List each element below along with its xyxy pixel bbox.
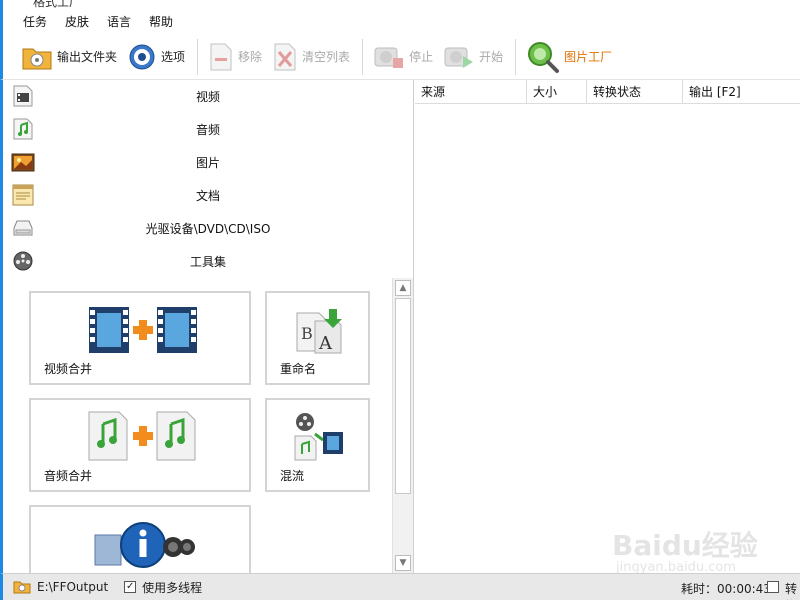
scroll-down-icon[interactable]: ▼ bbox=[395, 555, 411, 571]
options-label: 选项 bbox=[161, 50, 186, 64]
video-merge-icon bbox=[89, 307, 197, 353]
toolbar-divider bbox=[362, 38, 364, 75]
media-info-icon bbox=[94, 522, 195, 568]
clear-list-icon bbox=[274, 43, 296, 70]
output-folder-button[interactable]: 输出文件夹 bbox=[17, 37, 121, 77]
options-button[interactable]: 选项 bbox=[123, 37, 189, 77]
category-picture[interactable]: 图片 bbox=[3, 146, 413, 179]
menu-bar: 任务 皮肤 语言 帮助 bbox=[0, 8, 800, 34]
after-convert-label: 转换 bbox=[785, 582, 798, 600]
mux-icon bbox=[294, 413, 343, 461]
category-label: 工具集 bbox=[189, 255, 226, 269]
tool-card-video-merge[interactable]: 视频合并 bbox=[29, 291, 251, 385]
picture-factory-button[interactable]: 图片工厂 bbox=[522, 37, 616, 77]
picture-factory-label: 图片工厂 bbox=[564, 50, 613, 64]
category-label: 音频 bbox=[195, 123, 220, 137]
tool-label: 重命名 bbox=[280, 362, 317, 376]
tool-label: 音频合并 bbox=[44, 469, 93, 483]
multithread-label: 使用多线程 bbox=[142, 580, 203, 595]
video-icon bbox=[13, 85, 33, 107]
output-folder-label: 输出文件夹 bbox=[57, 50, 118, 64]
format-factory-window: 格式工厂 任务 皮肤 语言 帮助 输出文件夹 选项 移除 清空列表 停止 开始 … bbox=[0, 0, 800, 600]
column-size[interactable]: 大小 bbox=[527, 80, 587, 104]
category-label: 文档 bbox=[195, 189, 220, 203]
tool-card-media-info[interactable] bbox=[29, 505, 251, 575]
menu-skin[interactable]: 皮肤 bbox=[65, 13, 89, 30]
scroll-thumb[interactable] bbox=[395, 298, 411, 494]
clear-list-button[interactable]: 清空列表 bbox=[268, 37, 354, 77]
output-folder-icon[interactable] bbox=[13, 580, 31, 594]
task-list-panel: 来源 大小 转换状态 输出 [F2] bbox=[415, 80, 800, 573]
remove-icon bbox=[210, 43, 232, 70]
column-source[interactable]: 来源 bbox=[415, 80, 527, 104]
category-label: 图片 bbox=[195, 156, 220, 170]
stop-icon bbox=[374, 47, 404, 68]
title-bar: 格式工厂 bbox=[0, 0, 800, 8]
document-icon bbox=[12, 184, 34, 206]
column-status[interactable]: 转换状态 bbox=[587, 80, 683, 104]
category-label: 视频 bbox=[195, 90, 220, 104]
menu-language[interactable]: 语言 bbox=[107, 13, 131, 30]
scroll-up-icon[interactable]: ▲ bbox=[395, 280, 411, 296]
tool-label: 混流 bbox=[280, 469, 305, 483]
svg-text:B: B bbox=[301, 324, 313, 343]
elapsed-time: 耗时：00:00:43 bbox=[681, 582, 771, 596]
start-icon bbox=[444, 47, 474, 68]
menu-task[interactable]: 任务 bbox=[23, 13, 47, 30]
tool-card-rename[interactable]: B A 重命名 bbox=[265, 291, 370, 385]
toolset-icon bbox=[13, 251, 33, 271]
gear-icon bbox=[129, 44, 155, 69]
toolset-grid: 视频合并 B A 重命名 音频合并 混流 ▲ ▼ bbox=[3, 278, 413, 575]
task-list-header: 来源 大小 转换状态 输出 [F2] bbox=[415, 80, 800, 104]
multithread-checkbox[interactable]: ✓ bbox=[124, 581, 137, 593]
output-path[interactable]: E:\FFOutput bbox=[37, 580, 108, 594]
window-title: 格式工厂 bbox=[33, 0, 82, 8]
toolbar-divider bbox=[515, 38, 517, 75]
category-label: 光驱设备\DVD\CD\ISO bbox=[145, 222, 271, 236]
magnifier-globe-icon bbox=[528, 41, 560, 73]
remove-label: 移除 bbox=[238, 50, 263, 64]
category-disc-drive[interactable]: 光驱设备\DVD\CD\ISO bbox=[3, 212, 413, 245]
tool-card-audio-merge[interactable]: 音频合并 bbox=[29, 398, 251, 492]
picture-icon bbox=[11, 153, 35, 172]
audio-icon bbox=[13, 118, 33, 140]
category-video[interactable]: 视频 bbox=[3, 80, 413, 113]
start-label: 开始 bbox=[479, 50, 504, 64]
disc-drive-icon bbox=[13, 220, 33, 236]
stop-label: 停止 bbox=[409, 50, 434, 64]
toolbar: 输出文件夹 选项 移除 清空列表 停止 开始 图片工厂 bbox=[0, 34, 800, 80]
category-toolset[interactable]: 工具集 bbox=[3, 245, 413, 278]
status-bar: E:\FFOutput ✓ 使用多线程 耗时：00:00:43 转换 bbox=[0, 573, 800, 600]
tool-card-mux[interactable]: 混流 bbox=[265, 398, 370, 492]
conversion-categories-panel: 视频 音频 图片 文档 光驱设备\DVD\CD\ISO 工具集 视频合并 B A… bbox=[0, 80, 414, 575]
category-audio[interactable]: 音频 bbox=[3, 113, 413, 146]
svg-text:A: A bbox=[318, 333, 333, 354]
tool-label: 视频合并 bbox=[44, 362, 93, 376]
stop-button[interactable]: 停止 bbox=[369, 37, 437, 77]
toolbar-divider bbox=[197, 38, 199, 75]
start-button[interactable]: 开始 bbox=[439, 37, 507, 77]
clear-list-label: 清空列表 bbox=[302, 50, 351, 64]
audio-merge-icon bbox=[88, 411, 196, 461]
category-document[interactable]: 文档 bbox=[3, 179, 413, 212]
menu-help[interactable]: 帮助 bbox=[149, 13, 173, 30]
after-convert-checkbox[interactable] bbox=[767, 581, 779, 593]
tools-scrollbar[interactable]: ▲ ▼ bbox=[392, 278, 413, 573]
rename-icon: B A bbox=[296, 309, 342, 354]
remove-button[interactable]: 移除 bbox=[204, 37, 266, 77]
folder-icon bbox=[22, 48, 52, 69]
column-output[interactable]: 输出 [F2] bbox=[683, 80, 800, 104]
